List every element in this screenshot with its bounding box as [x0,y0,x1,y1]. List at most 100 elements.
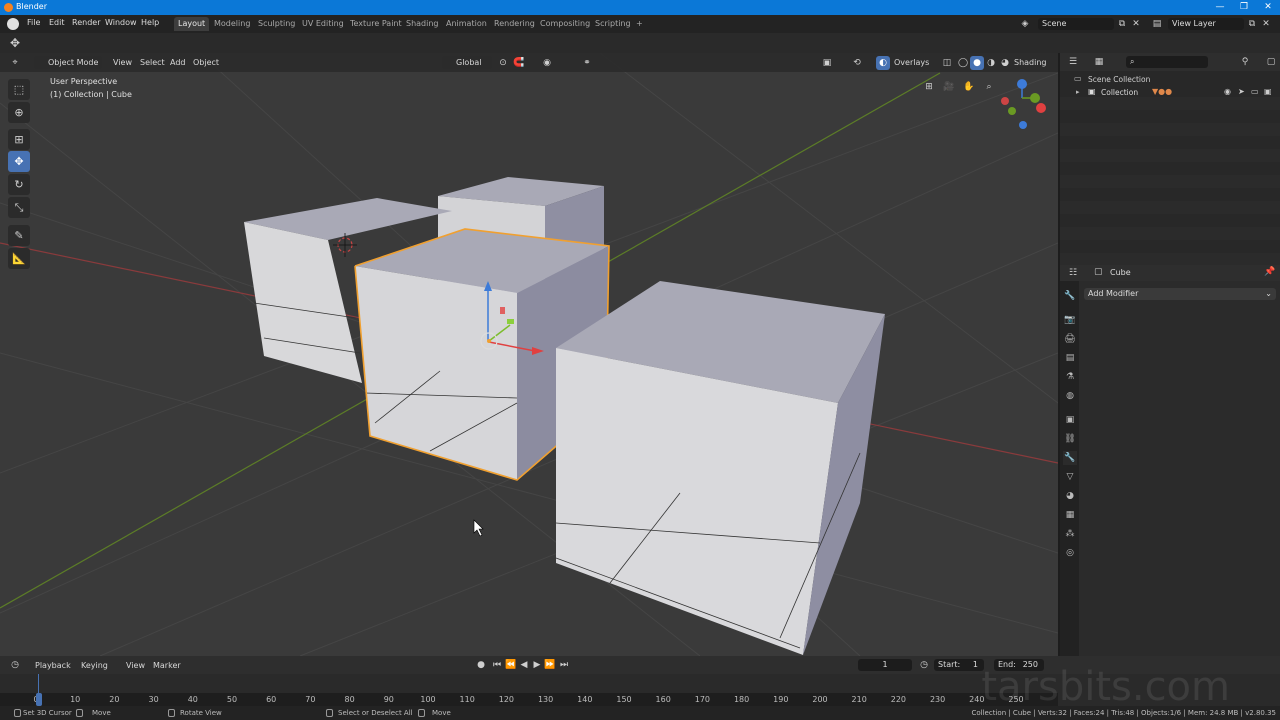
play-icon[interactable]: ▶ [530,658,544,672]
object-mode-dropdown[interactable]: Object Mode [34,56,102,69]
zoom-view-icon[interactable]: ⌕ [982,80,996,94]
view-layer-icon[interactable]: ▤ [1150,17,1164,31]
view-layer-field[interactable]: View Layer [1168,18,1244,30]
add-modifier-dropdown[interactable]: Add Modifier ⌄ [1084,288,1276,300]
view-layer-tab-icon[interactable]: ▤ [1063,351,1077,365]
properties-panel[interactable] [1060,265,1280,656]
timeline-menu-playback[interactable]: Playback [35,661,71,670]
tab-scripting[interactable]: Scripting [591,17,635,31]
timeline-ruler[interactable]: 0102030405060708090100110120130140150160… [0,693,1058,706]
menu-file[interactable]: File [27,18,40,27]
snap-icon[interactable]: 🧲 [512,56,526,70]
timeline-menu-view[interactable]: View [126,661,145,670]
world-tab-icon[interactable]: ◍ [1063,389,1077,403]
rotate-tool-icon[interactable]: ↻ [8,174,30,195]
move-tool-settings-icon[interactable]: ✥ [8,36,22,50]
menu-window[interactable]: Window [105,18,137,27]
scale-tool-icon[interactable]: ⤡ [8,197,30,218]
tool-tab-icon[interactable]: 🔧 [1063,289,1077,303]
close-button[interactable]: ✕ [1256,0,1280,15]
select-box-tool-icon[interactable]: ⬚ [8,79,30,100]
properties-editor-type-icon[interactable]: ☷ [1066,266,1080,280]
preview-range-icon[interactable]: ◷ [917,658,931,672]
outliner-display-mode-icon[interactable]: ▦ [1092,55,1106,69]
pan-view-hand-icon[interactable]: ✋ [962,80,976,94]
transform-settings-icon[interactable]: ⚭ [580,56,594,70]
scene-copy-icon[interactable]: ⧉ [1116,17,1128,31]
xray-toggle-icon[interactable]: ◫ [940,56,954,70]
output-tab-icon[interactable]: 🖨 [1063,332,1077,346]
toggle-camera-grid-icon[interactable]: ⊞ [922,80,936,94]
transform-tool-icon[interactable]: ⊞ [8,129,30,150]
outliner-scene-collection[interactable]: Scene Collection [1088,75,1150,84]
view-object-types-icon[interactable]: ▣ [820,56,834,70]
tab-compositing[interactable]: Compositing [536,17,594,31]
maximize-button[interactable]: ❐ [1232,0,1256,15]
jump-keyframe-forward-icon[interactable]: ⏩ [543,658,557,672]
3d-viewport[interactable]: User Perspective (1) Collection | Cube ⊞… [0,53,1058,656]
timeline-menu-marker[interactable]: Marker [153,661,181,670]
menu-edit[interactable]: Edit [49,18,65,27]
render-tab-icon[interactable]: 📷 [1063,313,1077,327]
camera-view-icon[interactable]: 🎥 [942,80,956,94]
scene-icon[interactable]: ◈ [1018,17,1032,31]
shading-material-icon[interactable]: ◑ [984,56,998,70]
timeline-editor-type-icon[interactable]: ◷ [8,658,22,672]
jump-end-icon[interactable]: ⏭ [557,658,571,672]
tab-rendering[interactable]: Rendering [490,17,539,31]
object-tab-icon[interactable]: ▣ [1063,413,1077,427]
tab-shading[interactable]: Shading [402,17,443,31]
scene-name-field[interactable]: Scene [1038,18,1114,30]
start-frame-field[interactable]: Start: 1 [934,659,984,671]
current-frame-field[interactable]: 1 [858,659,912,671]
viewport-menu-view[interactable]: View [113,58,132,67]
pin-icon[interactable]: 📌 [1264,267,1275,277]
view-layer-remove-icon[interactable]: ✕ [1260,17,1272,31]
move-tool-icon[interactable]: ✥ [8,151,30,172]
selectable-icon[interactable]: ➤ [1238,87,1245,96]
particles-tab-icon[interactable]: ⁂ [1063,527,1077,541]
viewport-scene[interactable] [0,53,1058,656]
pivot-point-icon[interactable]: ⊙ [496,56,510,70]
shading-rendered-icon[interactable]: ◕ [998,56,1012,70]
viewport-disable-icon[interactable]: ▭ [1251,87,1259,96]
shading-dropdown[interactable]: Shading [1014,58,1047,67]
constraints-tab-icon[interactable]: ⛓ [1063,432,1077,446]
visibility-eye-icon[interactable]: ◉ [1224,87,1231,96]
new-collection-icon[interactable]: ▢ [1264,55,1278,69]
physics-tab-icon[interactable]: ◎ [1063,546,1077,560]
measure-tool-icon[interactable]: 📐 [8,248,30,269]
cursor-tool-icon[interactable]: ⊕ [8,102,30,123]
cube-front[interactable] [555,281,885,655]
outliner-search-input[interactable]: ⌕ [1126,56,1208,68]
minimize-button[interactable]: — [1208,0,1232,15]
proportional-editing-icon[interactable]: ◉ [540,56,554,70]
tab-uv-editing[interactable]: UV Editing [298,17,348,31]
jump-start-icon[interactable]: ⏮ [490,658,504,672]
timeline-menu-keying[interactable]: Keying [81,661,108,670]
play-reverse-icon[interactable]: ◀ [517,658,531,672]
view-layer-copy-icon[interactable]: ⧉ [1246,17,1258,31]
outliner-panel[interactable] [1060,53,1280,266]
tab-modeling[interactable]: Modeling [210,17,254,31]
editor-type-icon[interactable]: ⌖ [8,56,22,70]
menu-render[interactable]: Render [72,18,100,27]
render-disable-icon[interactable]: ▣ [1264,87,1272,96]
tab-sculpting[interactable]: Sculpting [254,17,299,31]
tab-animation[interactable]: Animation [442,17,491,31]
texture-tab-icon[interactable]: ▦ [1063,508,1077,522]
viewport-menu-object[interactable]: Object [193,58,219,67]
viewport-menu-add[interactable]: Add [170,58,186,67]
overlays-toggle-icon[interactable]: ◐ [876,56,890,70]
gizmo-toggle-icon[interactable]: ⟲ [850,56,864,70]
overlays-dropdown[interactable]: Overlays [894,58,929,67]
outliner-editor-type-icon[interactable]: ☰ [1066,55,1080,69]
scene-tab-icon[interactable]: ⚗ [1063,370,1077,384]
outliner-filter-icon[interactable]: ⚲ [1238,55,1252,69]
playhead[interactable] [36,693,42,706]
tab-layout[interactable]: Layout [174,17,210,31]
viewport-menu-select[interactable]: Select [140,58,165,67]
data-tab-icon[interactable]: ▽ [1063,470,1077,484]
tab-texture-paint[interactable]: Texture Paint [346,17,406,31]
shading-solid-icon[interactable]: ● [970,56,984,70]
